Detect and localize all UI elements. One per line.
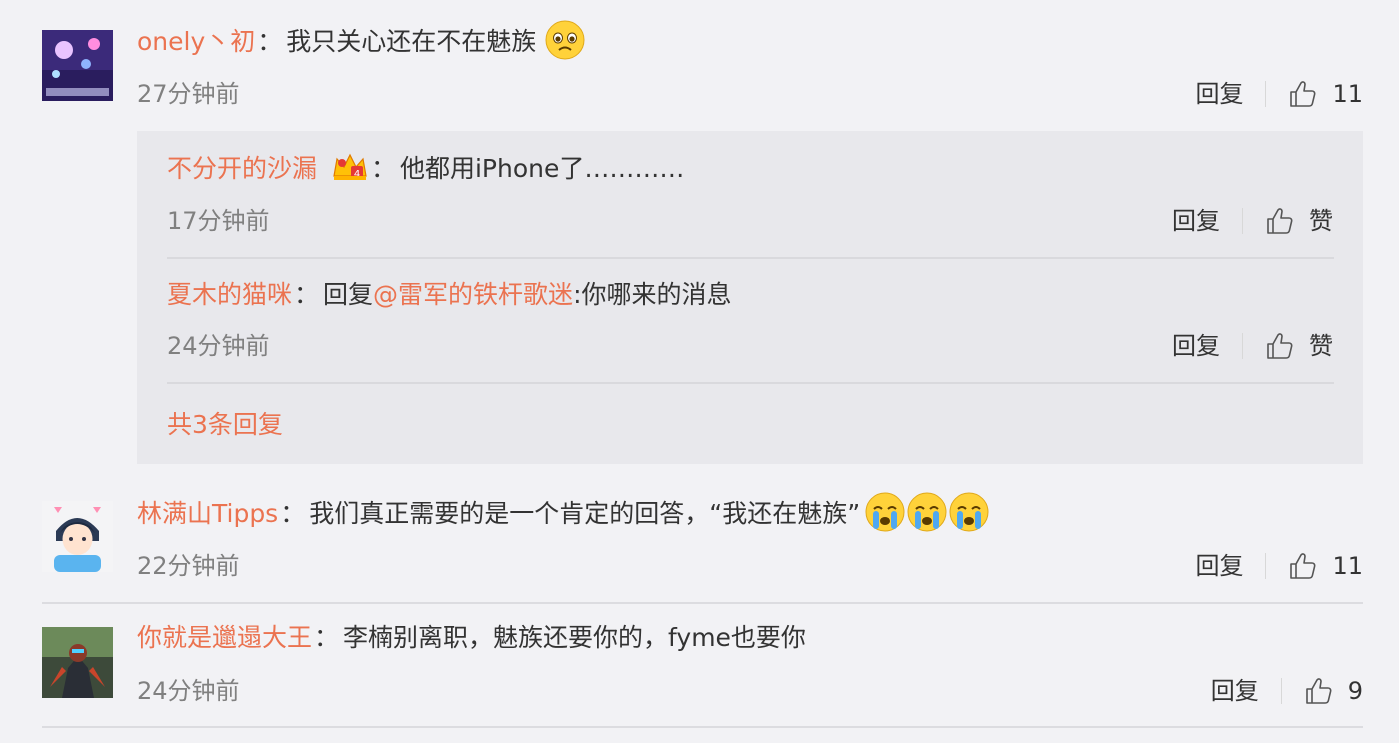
more-replies-link[interactable]: 共3条回复 [167, 407, 283, 443]
action-separator [1280, 678, 1282, 704]
crying-face-emoji [907, 492, 947, 532]
avatar[interactable] [42, 30, 113, 101]
reply-button[interactable]: 回复 [1195, 551, 1243, 581]
reply-actions: 回复 赞 [1172, 206, 1333, 236]
comment-body: 你就是邋遢大王： 李楠别离职，魅族还要你的，fyme也要你 [137, 618, 806, 658]
crying-face-emoji [949, 492, 989, 532]
thumbs-up-icon[interactable] [1288, 551, 1318, 581]
username-link[interactable]: 你就是邋遢大王 [137, 623, 312, 652]
like-count[interactable]: 11 [1332, 551, 1363, 581]
thumbs-up-icon[interactable] [1288, 79, 1318, 109]
action-separator [1265, 553, 1267, 579]
comment-time: 27分钟前 [137, 80, 240, 108]
like-button[interactable]: 赞 [1309, 206, 1333, 236]
comment-text: 我们真正需要的是一个肯定的回答，“我还在魅族” [309, 499, 861, 528]
reply-button[interactable]: 回复 [1172, 331, 1220, 361]
comment-time: 22分钟前 [137, 552, 240, 580]
reply-divider [167, 257, 1334, 259]
reply-username-link[interactable]: 不分开的沙漏 [167, 154, 317, 183]
username-link[interactable]: onely丶初 [137, 27, 255, 56]
reply-button[interactable]: 回复 [1195, 79, 1243, 109]
mention-link[interactable]: @雷军的铁杆歌迷 [373, 280, 573, 309]
reply-button[interactable]: 回复 [1172, 206, 1220, 236]
reply-button[interactable]: 回复 [1211, 676, 1259, 706]
sad-face-emoji [545, 20, 585, 60]
thumbs-up-icon[interactable] [1265, 206, 1295, 236]
like-button[interactable]: 赞 [1309, 331, 1333, 361]
comment-text: 我只关心还在不在魅族 [286, 27, 537, 56]
reply-username-link[interactable]: 夏木的猫咪 [167, 280, 292, 309]
action-separator [1242, 208, 1243, 234]
comment-text: 李楠别离职，魅族还要你的，fyme也要你 [343, 623, 806, 652]
comment-divider [42, 602, 1363, 604]
username-link[interactable]: 林满山Tipps [137, 499, 278, 528]
colon-separator: ： [257, 27, 283, 56]
reply-time: 24分钟前 [167, 332, 270, 360]
colon-separator: ： [280, 499, 306, 528]
like-count[interactable]: 11 [1332, 79, 1363, 109]
reply-text: :你哪来的消息 [573, 280, 732, 309]
comment-actions: 回复 9 [1211, 676, 1363, 706]
action-separator [1242, 333, 1243, 359]
comment-body: onely丶初： 我只关心还在不在魅族 [137, 20, 586, 62]
comment-actions: 回复 11 [1195, 79, 1363, 109]
colon-separator: ： [314, 623, 340, 652]
reply-divider [167, 382, 1334, 384]
comment-body: 林满山Tipps： 我们真正需要的是一个肯定的回答，“我还在魅族” [137, 492, 990, 534]
colon-separator: ： [294, 280, 320, 309]
thumbs-up-icon[interactable] [1304, 676, 1334, 706]
reply-body: 夏木的猫咪： 回复@雷军的铁杆歌迷:你哪来的消息 [167, 275, 732, 315]
comment-divider [42, 726, 1363, 728]
action-separator [1265, 81, 1267, 107]
reply-prefix: 回复 [323, 280, 374, 309]
avatar[interactable] [42, 627, 113, 698]
reply-text: 他都用iPhone了………… [399, 154, 685, 183]
avatar[interactable] [42, 501, 113, 572]
comment-actions: 回复 11 [1195, 551, 1363, 581]
reply-body: 不分开的沙漏 4 ：他都用iPhone了………… [167, 149, 684, 189]
reply-time: 17分钟前 [167, 207, 270, 235]
like-count[interactable]: 9 [1348, 676, 1363, 706]
colon-separator: ： [370, 154, 396, 183]
crying-face-emoji [865, 492, 905, 532]
reply-thread: 不分开的沙漏 4 ：他都用iPhone了………… 17分钟前 回复 赞 夏木的猫… [137, 131, 1363, 464]
vip-crown-icon: 4 [333, 153, 367, 180]
reply-actions: 回复 赞 [1172, 331, 1333, 361]
comment-time: 24分钟前 [137, 677, 240, 705]
thumbs-up-icon[interactable] [1265, 331, 1295, 361]
